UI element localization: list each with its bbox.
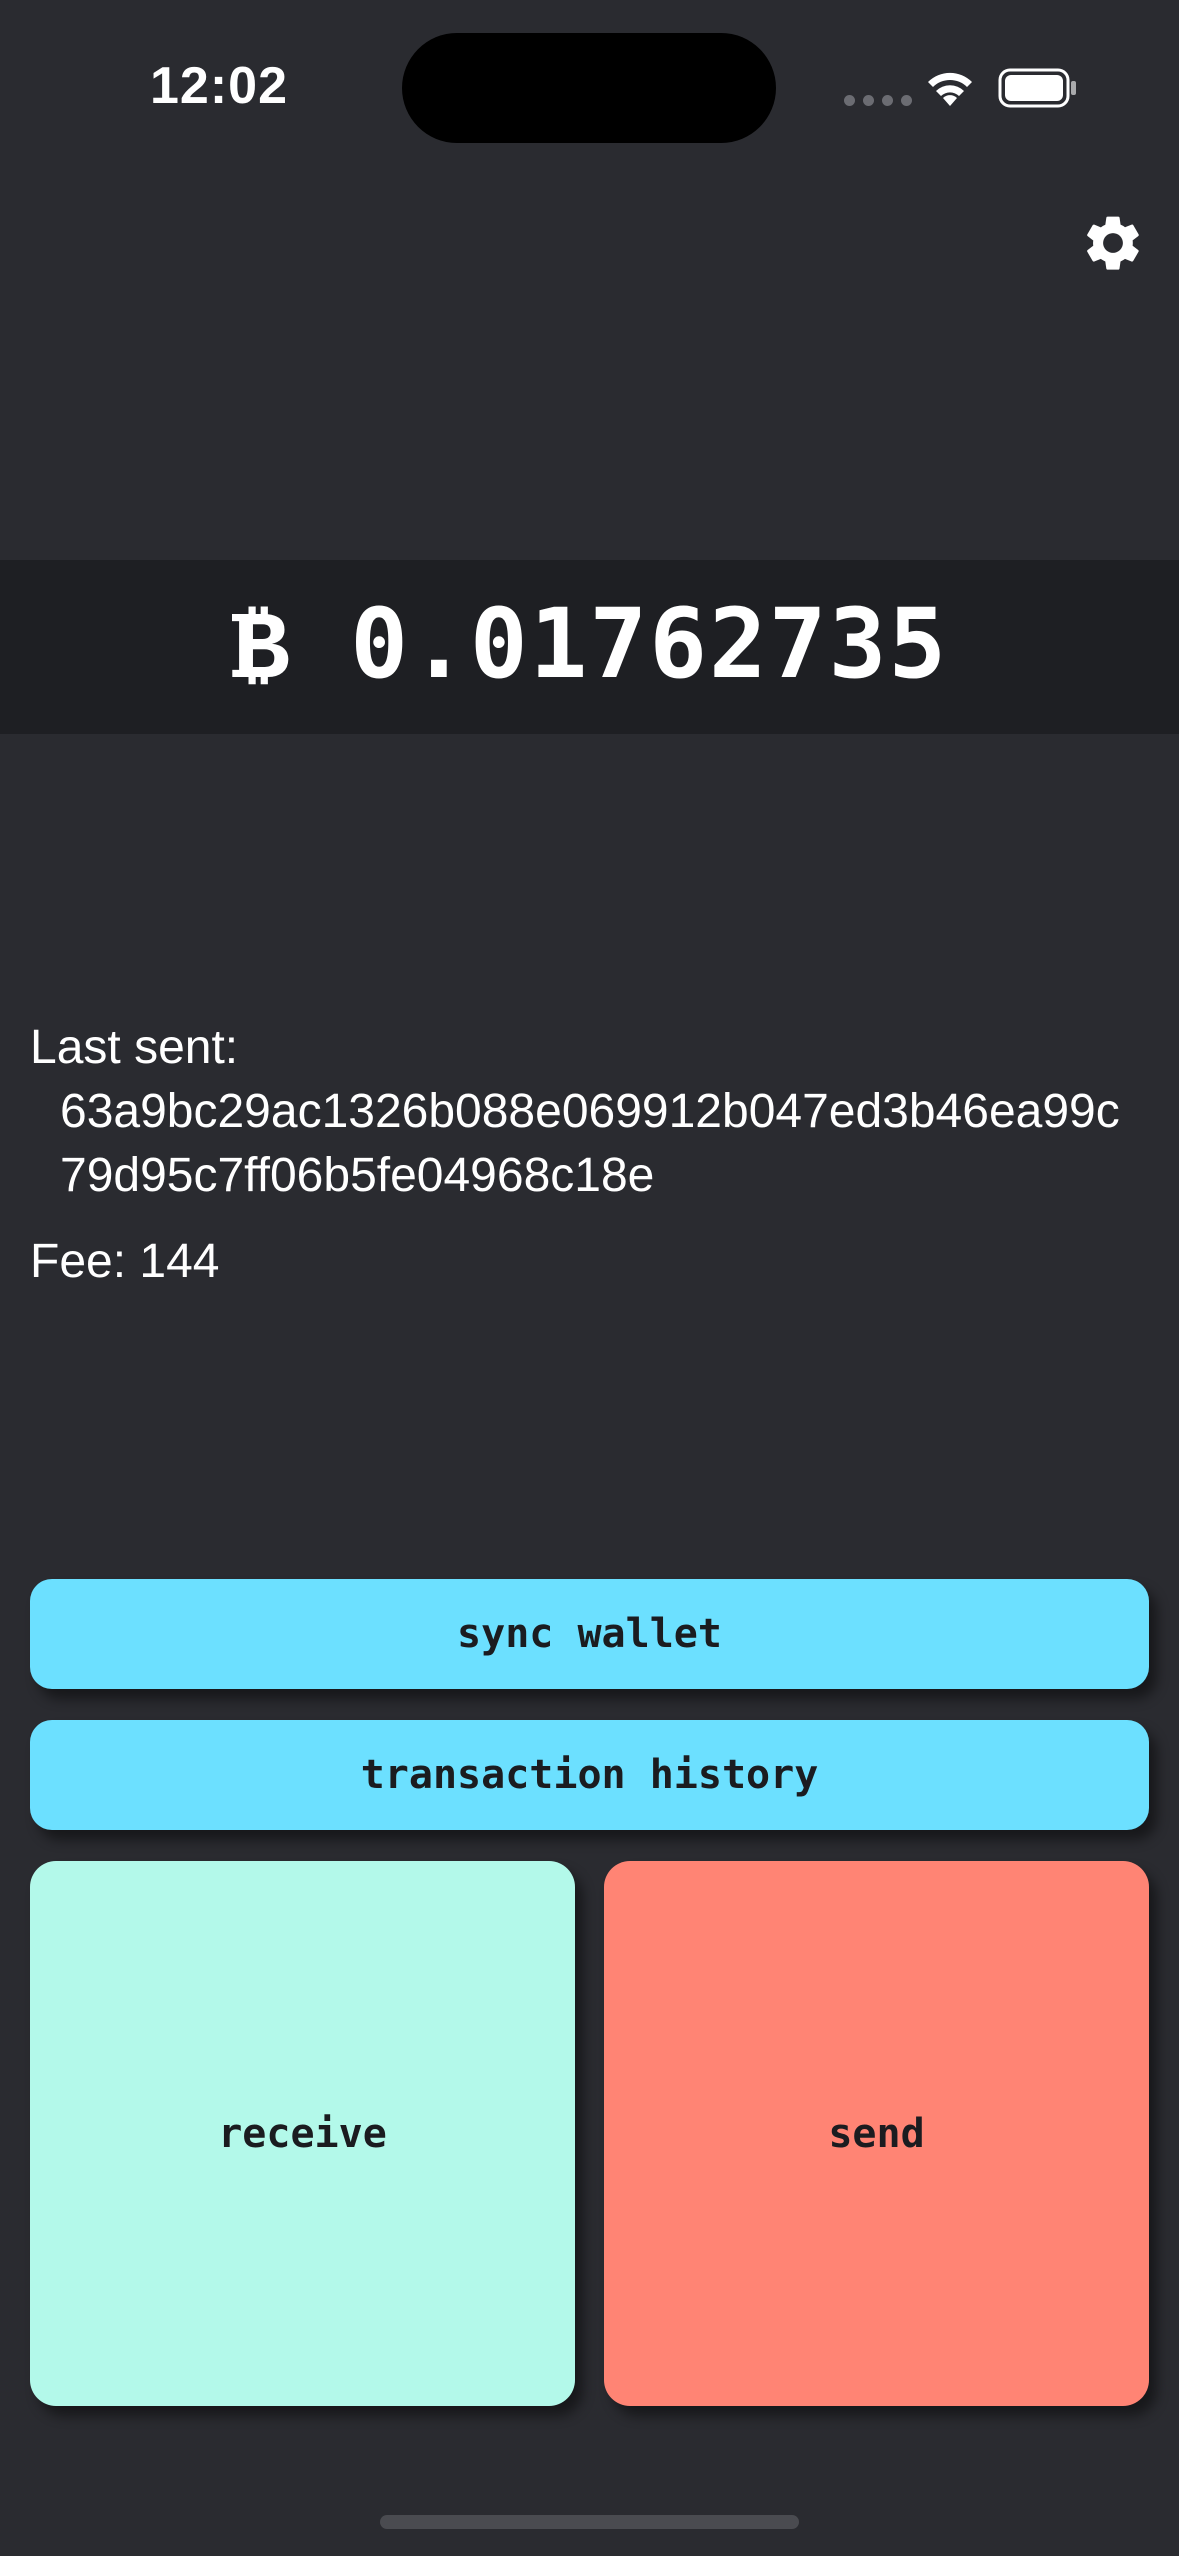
- transaction-history-button[interactable]: transaction history: [30, 1720, 1149, 1830]
- sync-wallet-button[interactable]: sync wallet: [30, 1579, 1149, 1689]
- fee-text: Fee: 144: [30, 1235, 220, 1288]
- dynamic-island: [402, 33, 776, 143]
- signal-icon: [844, 95, 912, 106]
- battery-icon: [998, 68, 1076, 108]
- gear-icon[interactable]: [1080, 210, 1146, 276]
- last-sent-label: Last sent:: [30, 1021, 239, 1074]
- balance-bar: ₿ 0.01762735: [0, 560, 1179, 734]
- status-time: 12:02: [150, 57, 288, 115]
- last-sent-txid: 63a9bc29ac1326b088e069912b047ed3b46ea99c…: [60, 1085, 1120, 1202]
- wifi-icon: [928, 72, 972, 106]
- send-button[interactable]: send: [604, 1861, 1149, 2406]
- home-indicator[interactable]: [380, 2515, 799, 2529]
- receive-button[interactable]: receive: [30, 1861, 575, 2406]
- last-transaction-info: Last sent: 63a9bc29ac1326b088e069912b047…: [30, 1016, 1140, 1294]
- balance-amount: ₿ 0.01762735: [230, 588, 949, 700]
